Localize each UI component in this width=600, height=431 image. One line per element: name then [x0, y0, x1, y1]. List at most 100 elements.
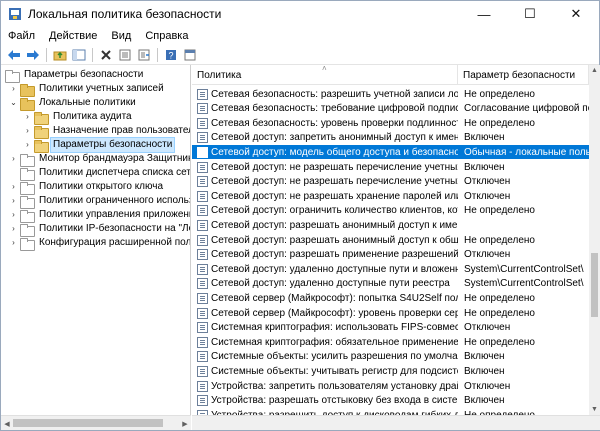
- policy-name: Сетевой доступ: разрешать применение раз…: [211, 249, 458, 261]
- forward-arrow-icon[interactable]: [24, 47, 42, 63]
- policy-setting-icon: [197, 234, 208, 246]
- tree-item-root[interactable]: Параметры безопасности: [5, 68, 145, 83]
- policy-row[interactable]: Системная криптография: использовать FIP…: [192, 321, 589, 335]
- status-bar: [192, 415, 600, 430]
- security-setting-value: Отключен: [464, 190, 511, 202]
- export-list-icon[interactable]: [135, 47, 153, 63]
- tree-item-advanced-audit[interactable]: › Конфигурация расширенной политики ауди…: [9, 236, 190, 251]
- folder-icon: [20, 97, 35, 111]
- maximize-button[interactable]: ☐: [507, 1, 553, 27]
- security-setting-value: Не определено: [464, 117, 535, 129]
- policy-row[interactable]: Устройства: разрешать отстыковку без вхо…: [192, 394, 589, 408]
- tree-item-audit-policy[interactable]: › Политика аудита: [23, 110, 134, 125]
- policy-row[interactable]: Сетевой доступ: удаленно доступные пути …: [192, 277, 589, 291]
- menu-view[interactable]: Вид: [104, 30, 138, 42]
- vertical-scrollbar[interactable]: ▲ ▼: [589, 65, 600, 415]
- expand-chevron-icon[interactable]: ›: [9, 154, 18, 164]
- tree-item-software-restriction[interactable]: › Политики ограниченного использования п…: [9, 194, 190, 209]
- tree-item-user-rights[interactable]: › Назначение прав пользователя: [23, 124, 190, 139]
- column-header-setting[interactable]: Параметр безопасности: [458, 65, 589, 85]
- tree-item-firewall-monitor[interactable]: › Монитор брандмауэра Защитника Windows: [9, 152, 190, 167]
- policy-row[interactable]: Сетевая безопасность: разрешить учетной …: [192, 87, 589, 101]
- policy-list: Политика ˄ Параметр безопасности Сетевая…: [192, 65, 589, 415]
- collapse-chevron-icon[interactable]: ⌄: [9, 98, 18, 108]
- tree-item-ipsec-policies[interactable]: › Политики IP-безопасности на "Локальный…: [9, 222, 190, 237]
- menu-help[interactable]: Справка: [138, 30, 195, 42]
- tree-item-label: Политики диспетчера списка сетей: [39, 167, 191, 178]
- title-bar[interactable]: Локальная политика безопасности — ☐ ✕: [1, 1, 599, 27]
- properties-icon[interactable]: [116, 47, 134, 63]
- expand-chevron-icon[interactable]: ›: [23, 112, 32, 122]
- tree-item-public-key-policies[interactable]: › Политики открытого ключа: [9, 180, 165, 195]
- column-header-policy[interactable]: Политика ˄: [192, 65, 458, 85]
- expand-chevron-icon[interactable]: ›: [9, 238, 18, 248]
- horizontal-scrollbar[interactable]: ◀ ▶: [1, 415, 191, 430]
- expand-chevron-icon[interactable]: ›: [23, 140, 32, 150]
- policy-row[interactable]: Сетевой доступ: разрешать анонимный дост…: [192, 233, 589, 247]
- policy-row[interactable]: Системная криптография: обязательное при…: [192, 335, 589, 349]
- policy-row[interactable]: Сетевой доступ: не разрешать хранение па…: [192, 189, 589, 203]
- policy-row[interactable]: Сетевой доступ: разрешать применение раз…: [192, 248, 589, 262]
- scroll-right-icon[interactable]: ▶: [179, 416, 191, 431]
- policy-name: Сетевой доступ: удаленно доступные пути …: [211, 263, 458, 275]
- window-title: Локальная политика безопасности: [28, 7, 222, 21]
- policy-row[interactable]: Системные объекты: усилить разрешения по…: [192, 350, 589, 364]
- scroll-down-icon[interactable]: ▼: [589, 404, 600, 415]
- scroll-left-icon[interactable]: ◀: [1, 416, 13, 431]
- policy-row[interactable]: Устройства: разрешить доступ к дисковода…: [192, 408, 589, 415]
- scroll-up-icon[interactable]: ▲: [589, 65, 600, 76]
- delete-icon[interactable]: [97, 47, 115, 63]
- expand-chevron-icon[interactable]: ›: [9, 224, 18, 234]
- security-settings-icon: [5, 69, 20, 83]
- policy-row[interactable]: Сетевой доступ: разрешать анонимный дост…: [192, 218, 589, 232]
- policy-row[interactable]: Сетевая безопасность: требование цифрово…: [192, 102, 589, 116]
- tree-item-security-options[interactable]: › Параметры безопасности: [23, 137, 176, 153]
- help-icon[interactable]: ?: [162, 47, 180, 63]
- expand-chevron-icon[interactable]: ›: [9, 210, 18, 220]
- column-header-label: Политика: [197, 69, 242, 81]
- policy-name: Сетевой сервер (Майкрософт): попытка S4U…: [211, 292, 458, 304]
- tree-item-label: Политика аудита: [53, 111, 132, 122]
- policy-cell: Сетевая безопасность: уровень проверки п…: [192, 117, 458, 129]
- show-tree-icon[interactable]: [70, 47, 88, 63]
- scrollbar-thumb[interactable]: [13, 419, 163, 427]
- tree-item-account-policies[interactable]: › Политики учетных записей: [9, 82, 166, 97]
- policy-name: Сетевой доступ: не разрешать хранение па…: [211, 190, 458, 202]
- policy-row[interactable]: Сетевой сервер (Майкрософт): попытка S4U…: [192, 291, 589, 305]
- security-setting-value: Обычная - локальные пользователи: [464, 146, 589, 158]
- menu-action[interactable]: Действие: [42, 30, 104, 42]
- policy-name: Системная криптография: использовать FIP…: [211, 322, 458, 334]
- policy-row[interactable]: Сетевой сервер (Майкрософт): уровень про…: [192, 306, 589, 320]
- policy-row[interactable]: Сетевой доступ: удаленно доступные пути …: [192, 262, 589, 276]
- navigation-tree[interactable]: Параметры безопасности › Политики учетны…: [1, 65, 191, 415]
- policy-name: Сетевой доступ: ограничить количество кл…: [211, 205, 458, 217]
- console-icon[interactable]: [181, 47, 199, 63]
- security-setting-value: Отключен: [464, 380, 511, 392]
- tree-item-network-list-policies[interactable]: Политики диспетчера списка сетей: [9, 166, 191, 181]
- policy-cell: Сетевой доступ: ограничить количество кл…: [192, 205, 458, 217]
- expand-chevron-icon[interactable]: ›: [9, 84, 18, 94]
- minimize-button[interactable]: —: [461, 1, 507, 27]
- policy-row[interactable]: Сетевой доступ: не разрешать перечислени…: [192, 160, 589, 174]
- policy-row[interactable]: Системные объекты: учитывать регистр для…: [192, 364, 589, 378]
- expand-chevron-icon[interactable]: ›: [9, 196, 18, 206]
- policy-name: Системные объекты: усилить разрешения по…: [211, 351, 458, 363]
- policy-row[interactable]: Сетевой доступ: ограничить количество кл…: [192, 204, 589, 218]
- policy-row[interactable]: Сетевой доступ: не разрешать перечислени…: [192, 175, 589, 189]
- policy-row[interactable]: Сетевая безопасность: уровень проверки п…: [192, 116, 589, 130]
- tree-item-app-control[interactable]: › Политики управления приложениями: [9, 208, 190, 223]
- folder-icon: [20, 195, 35, 209]
- menu-file[interactable]: Файл: [1, 30, 42, 42]
- close-button[interactable]: ✕: [553, 1, 599, 27]
- expand-chevron-icon[interactable]: ›: [9, 182, 18, 192]
- back-arrow-icon[interactable]: [5, 47, 23, 63]
- up-folder-icon[interactable]: [51, 47, 69, 63]
- policy-row[interactable]: Сетевой доступ: запретить анонимный дост…: [192, 131, 589, 145]
- column-header-label: Параметр безопасности: [463, 69, 576, 81]
- expand-chevron-icon[interactable]: ›: [23, 126, 32, 136]
- policy-row[interactable]: Устройства: запретить пользователям уста…: [192, 379, 589, 393]
- policy-row[interactable]: Сетевой доступ: модель общего доступа и …: [192, 145, 589, 160]
- folder-icon: [20, 209, 35, 223]
- scrollbar-thumb[interactable]: [591, 253, 598, 317]
- tree-item-local-policies[interactable]: ⌄ Локальные политики: [9, 96, 138, 111]
